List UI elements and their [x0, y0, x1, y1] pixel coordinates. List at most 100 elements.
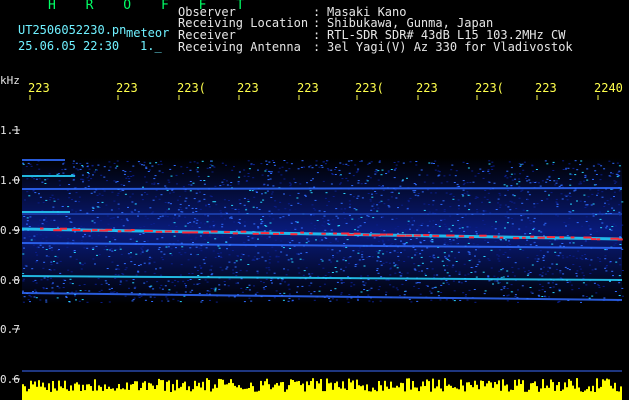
noise-speck: [519, 173, 522, 175]
noise-speck: [239, 259, 242, 261]
noise-speck: [33, 239, 36, 241]
noise-speck: [58, 249, 60, 250]
noise-speck: [392, 286, 395, 288]
noise-speck: [199, 191, 201, 193]
noise-speck: [495, 221, 497, 223]
noise-speck: [409, 239, 412, 240]
noise-speck: [395, 287, 398, 289]
noise-speck: [423, 240, 426, 241]
level-bar: [262, 385, 264, 400]
noise-speck: [561, 198, 564, 200]
noise-speck: [391, 218, 394, 220]
noise-speck: [168, 181, 171, 183]
noise-speck: [501, 268, 504, 270]
noise-speck: [253, 256, 256, 258]
level-bar: [202, 381, 204, 400]
noise-speck: [87, 165, 90, 167]
level-bar: [116, 388, 118, 400]
noise-speck: [393, 265, 396, 267]
noise-speck: [398, 295, 401, 297]
noise-speck: [262, 225, 264, 227]
noise-speck: [499, 238, 502, 240]
noise-speck: [409, 161, 412, 163]
level-bar: [466, 382, 468, 400]
noise-speck: [256, 258, 259, 260]
noise-speck: [116, 165, 119, 167]
level-bar: [508, 391, 510, 400]
level-bar: [92, 390, 94, 400]
noise-speck: [117, 208, 120, 210]
noise-speck: [149, 296, 152, 298]
noise-speck: [487, 258, 490, 260]
noise-speck: [270, 197, 273, 198]
noise-speck: [321, 166, 324, 168]
noise-speck: [326, 160, 329, 162]
noise-speck: [618, 295, 621, 296]
noise-speck: [316, 220, 319, 221]
level-bar: [492, 387, 494, 400]
level-bar: [306, 381, 308, 400]
noise-speck: [131, 300, 134, 302]
noise-speck: [368, 256, 371, 257]
noise-speck: [582, 282, 585, 284]
noise-speck: [313, 225, 316, 226]
noise-speck: [536, 203, 539, 205]
noise-speck: [458, 227, 461, 229]
noise-speck: [542, 255, 545, 257]
noise-speck: [243, 221, 246, 223]
noise-speck: [482, 177, 485, 179]
noise-speck: [357, 182, 360, 184]
noise-speck: [51, 287, 54, 289]
noise-speck: [402, 243, 405, 245]
noise-speck: [497, 277, 499, 279]
noise-speck: [555, 268, 558, 270]
noise-speck: [380, 186, 383, 187]
noise-speck: [350, 285, 353, 287]
noise-speck: [32, 244, 35, 246]
noise-speck: [377, 207, 380, 209]
noise-speck: [77, 169, 80, 171]
noise-speck: [573, 190, 576, 192]
noise-speck: [485, 232, 488, 234]
level-bar: [374, 389, 376, 400]
noise-speck: [559, 245, 562, 247]
noise-speck: [504, 176, 507, 178]
noise-speck: [445, 299, 448, 301]
noise-speck: [318, 166, 321, 168]
noise-speck: [85, 236, 88, 238]
noise-speck: [562, 257, 565, 259]
noise-speck: [266, 190, 269, 192]
noise-speck: [368, 162, 371, 164]
noise-speck: [128, 233, 131, 235]
noise-speck: [555, 182, 558, 184]
noise-speck: [340, 202, 343, 204]
level-bar: [332, 389, 334, 400]
level-bar: [42, 382, 44, 400]
noise-speck: [266, 238, 269, 240]
noise-speck: [173, 165, 176, 166]
noise-speck: [334, 169, 337, 170]
noise-speck: [268, 161, 271, 163]
noise-speck: [482, 220, 485, 222]
noise-speck: [569, 195, 572, 197]
level-bar: [356, 379, 358, 400]
noise-speck: [420, 224, 423, 226]
noise-speck: [376, 210, 379, 212]
noise-speck: [93, 171, 96, 173]
noise-speck: [398, 192, 400, 194]
noise-speck: [189, 247, 192, 249]
noise-speck: [68, 301, 71, 302]
noise-speck: [277, 209, 280, 211]
level-bar: [232, 383, 234, 400]
noise-speck: [534, 182, 537, 183]
noise-speck: [243, 204, 246, 206]
noise-speck: [308, 285, 311, 287]
level-bar: [74, 383, 76, 400]
noise-speck: [369, 177, 372, 179]
noise-speck: [39, 196, 42, 198]
noise-speck: [79, 209, 82, 211]
noise-speck: [398, 271, 401, 273]
noise-speck: [301, 160, 304, 162]
level-bar: [200, 387, 202, 400]
noise-speck: [180, 254, 183, 256]
